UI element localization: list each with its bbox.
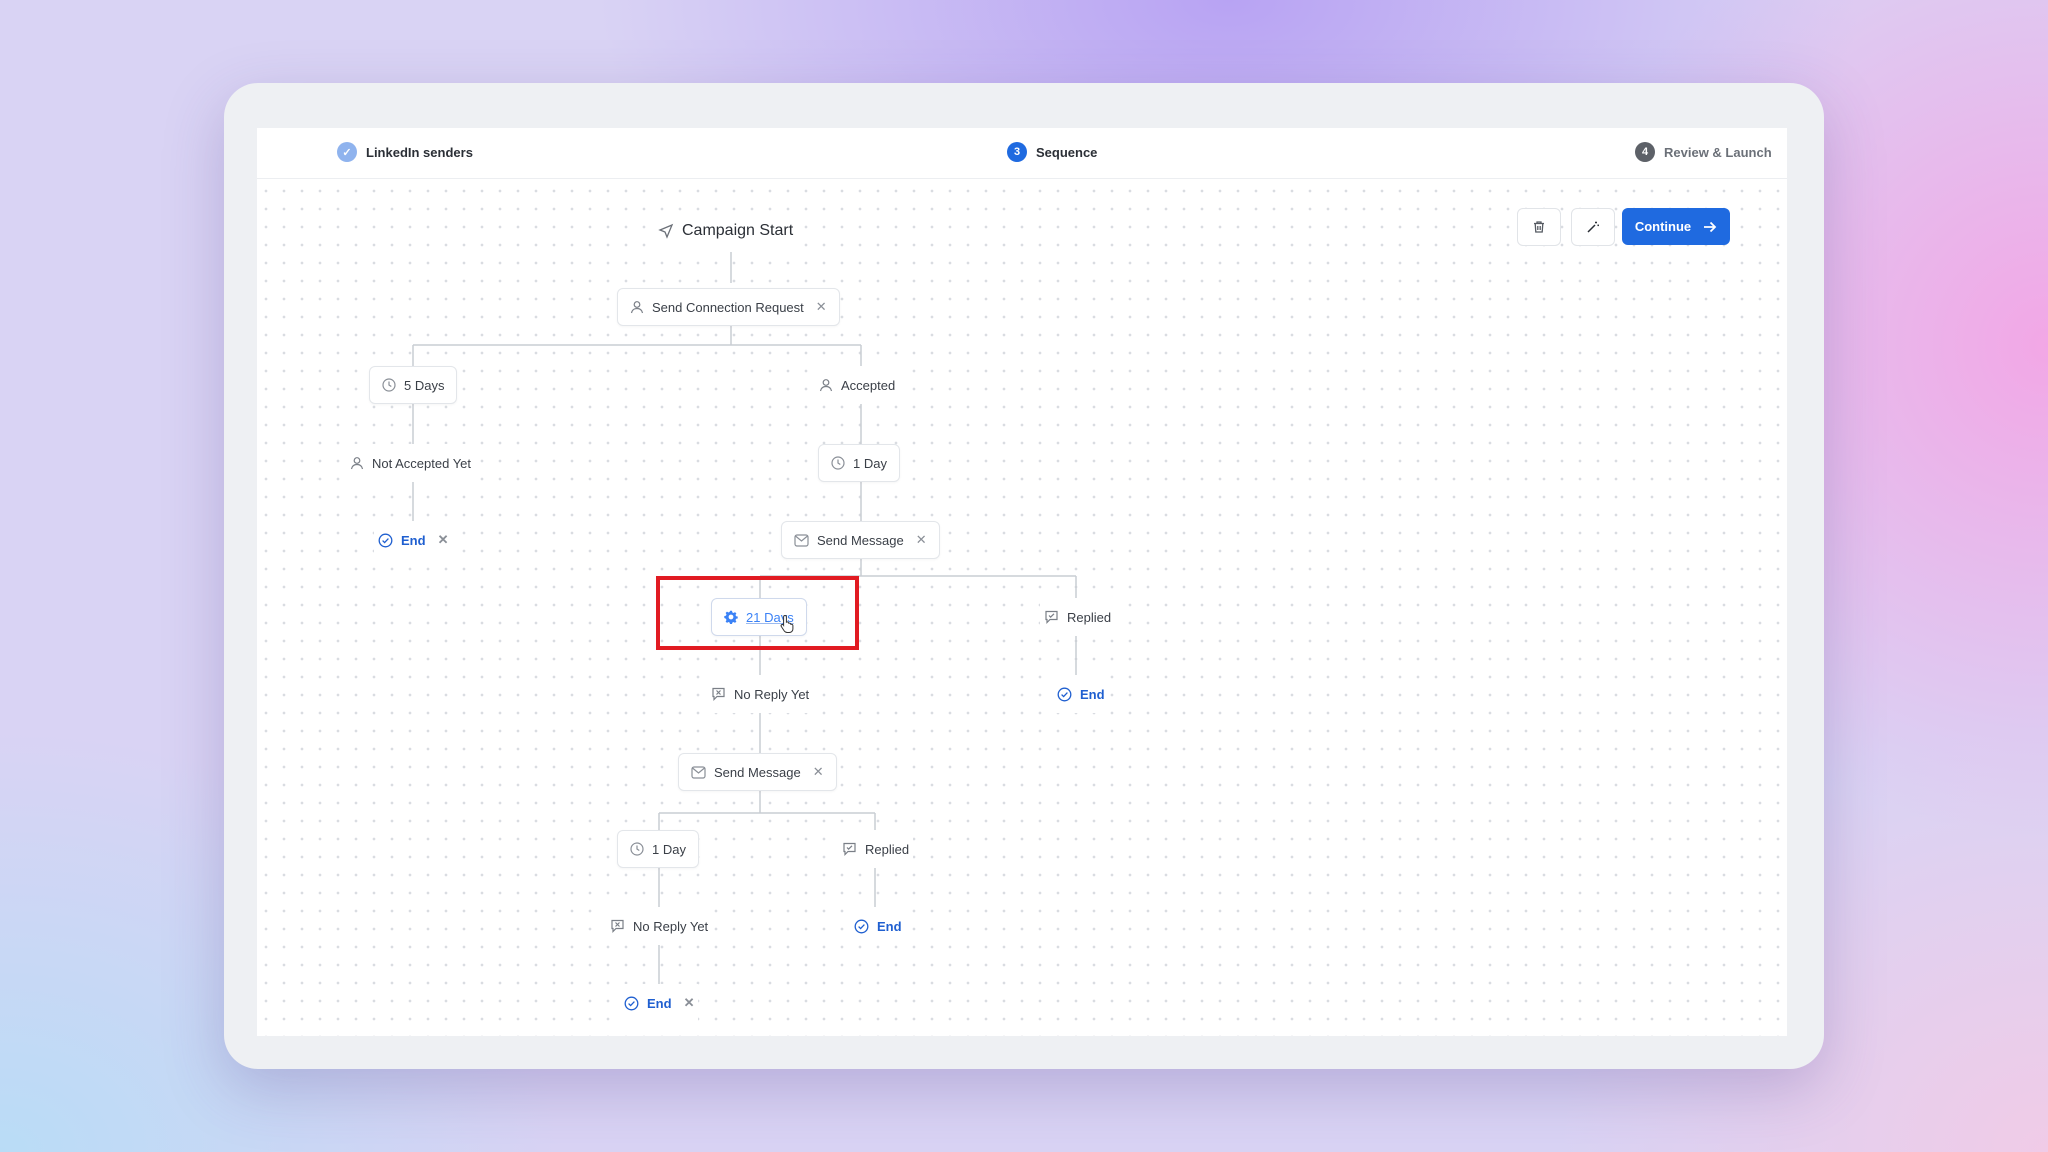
accepted-node: Accepted xyxy=(815,366,900,404)
check-circle-icon xyxy=(378,533,393,547)
wait-1-day-node[interactable]: 1 Day xyxy=(818,444,900,482)
clock-icon xyxy=(831,456,845,470)
check-circle-icon xyxy=(1057,687,1072,701)
campaign-start: Campaign Start xyxy=(652,212,800,250)
send-message-node[interactable]: Send Message ✕ xyxy=(781,521,940,559)
no-reply-node: No Reply Yet xyxy=(707,675,814,713)
send-icon xyxy=(658,223,674,239)
message-icon xyxy=(691,765,706,779)
check-circle-icon xyxy=(624,996,639,1010)
user-icon xyxy=(350,457,364,470)
end-node: End ✕ xyxy=(374,521,453,559)
send-message-node[interactable]: Send Message ✕ xyxy=(678,753,837,791)
send-connection-request-node[interactable]: Send Connection Request ✕ xyxy=(617,288,840,326)
replied-node: Replied xyxy=(838,830,914,868)
reply-icon xyxy=(1045,610,1058,624)
remove-node-icon[interactable]: ✕ xyxy=(438,532,449,548)
remove-node-icon[interactable]: ✕ xyxy=(916,532,927,548)
user-icon xyxy=(819,379,833,392)
gear-icon xyxy=(724,610,738,624)
message-icon xyxy=(794,533,809,547)
no-reply-icon xyxy=(611,919,624,933)
remove-node-icon[interactable]: ✕ xyxy=(684,995,695,1011)
remove-node-icon[interactable]: ✕ xyxy=(816,299,827,315)
sequence-editor: ✓ LinkedIn senders 3 Sequence 4 Review &… xyxy=(257,128,1787,1036)
no-reply-node: No Reply Yet xyxy=(606,907,713,945)
reply-icon xyxy=(843,842,856,856)
end-node: End xyxy=(850,907,906,945)
replied-node: Replied xyxy=(1040,598,1116,636)
no-reply-icon xyxy=(712,687,725,701)
user-icon xyxy=(630,301,644,314)
flow-connectors xyxy=(412,252,1077,987)
check-circle-icon xyxy=(854,919,869,933)
clock-icon xyxy=(630,842,644,856)
end-node: End xyxy=(1053,675,1109,713)
clock-icon xyxy=(382,378,396,392)
not-accepted-node: Not Accepted Yet xyxy=(346,444,476,482)
end-node: End ✕ xyxy=(620,984,699,1022)
wait-5-days-node[interactable]: 5 Days xyxy=(369,366,458,404)
remove-node-icon[interactable]: ✕ xyxy=(813,764,824,780)
mouse-cursor-icon xyxy=(780,614,794,633)
wait-1-day-node[interactable]: 1 Day xyxy=(617,830,699,868)
